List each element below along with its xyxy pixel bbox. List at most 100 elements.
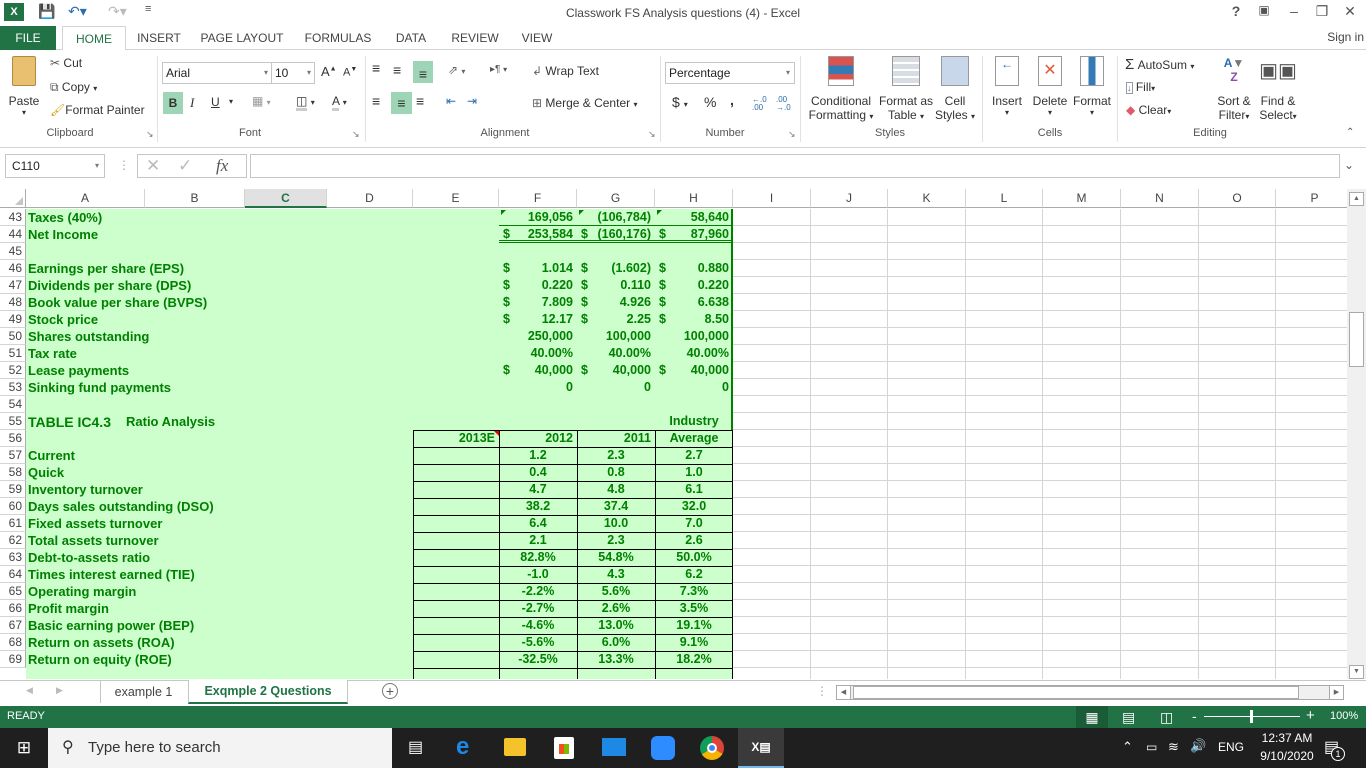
autosum-button[interactable]: Σ AutoSum ▾ bbox=[1125, 56, 1194, 73]
tab-insert[interactable]: INSERT bbox=[132, 26, 186, 50]
help-button[interactable]: ? bbox=[1222, 3, 1250, 19]
fill-button[interactable]: ↓ Fill▾ bbox=[1126, 80, 1155, 94]
sheet-tab-example-1[interactable]: example 1 bbox=[100, 681, 186, 703]
vertical-scrollbar[interactable]: ▲ ▼ bbox=[1347, 189, 1366, 679]
zoom-slider[interactable] bbox=[1204, 710, 1300, 723]
scroll-thumb[interactable] bbox=[1349, 312, 1364, 367]
column-header-n[interactable]: N bbox=[1121, 189, 1199, 208]
taskbar-search[interactable]: ⚲ Type here to search bbox=[48, 728, 392, 768]
formula-input[interactable] bbox=[250, 154, 1340, 178]
column-header-p[interactable]: P bbox=[1276, 189, 1347, 208]
mail-icon[interactable] bbox=[602, 738, 626, 756]
formula-bar-splitter[interactable]: ⋮ bbox=[118, 158, 130, 172]
page-layout-view-button[interactable]: ▤ bbox=[1122, 706, 1135, 728]
copy-button[interactable]: ⧉ Copy ▾ bbox=[50, 80, 97, 95]
tab-review[interactable]: REVIEW bbox=[446, 26, 504, 50]
expand-formula-bar-icon[interactable]: ⌄ bbox=[1344, 158, 1354, 172]
row-header[interactable]: 49 bbox=[0, 311, 26, 328]
format-painter-button[interactable]: 🖌Format Painter bbox=[50, 103, 145, 117]
row-header[interactable]: 55 bbox=[0, 413, 26, 430]
cell-styles-button[interactable]: Cell Styles ▾ bbox=[934, 56, 976, 122]
clock-date[interactable]: 9/10/2020 bbox=[1254, 749, 1320, 763]
font-size-dropdown[interactable]: 10 ▾ bbox=[271, 62, 315, 84]
row-header[interactable]: 47 bbox=[0, 277, 26, 294]
zoom-in-button[interactable]: + bbox=[1306, 707, 1315, 724]
row-header[interactable]: 66 bbox=[0, 600, 26, 617]
show-hidden-icons[interactable]: ⌃ bbox=[1122, 739, 1133, 755]
column-header-g[interactable]: G bbox=[577, 189, 655, 208]
scroll-right-button[interactable]: ▶ bbox=[1329, 686, 1343, 699]
font-launcher-icon[interactable]: ↘ bbox=[352, 129, 360, 140]
orientation-button[interactable]: ⇗ ▾ bbox=[448, 63, 465, 77]
italic-button[interactable]: I bbox=[190, 95, 194, 111]
sort-filter-button[interactable]: A▼ Z Sort & Filter▾ bbox=[1212, 56, 1256, 122]
tab-data[interactable]: DATA bbox=[388, 26, 434, 50]
increase-font-size-button[interactable]: A▲ bbox=[321, 64, 337, 79]
row-header[interactable]: 44 bbox=[0, 226, 26, 243]
tab-formulas[interactable]: FORMULAS bbox=[298, 26, 378, 50]
tab-home[interactable]: HOME bbox=[62, 26, 126, 51]
row-header[interactable]: 67 bbox=[0, 617, 26, 634]
bottom-align-button[interactable]: ≡ bbox=[413, 61, 433, 83]
bold-button[interactable]: B bbox=[163, 92, 183, 114]
scroll-up-button[interactable]: ▲ bbox=[1349, 192, 1364, 206]
number-format-dropdown[interactable]: Percentage ▾ bbox=[665, 62, 795, 84]
text-direction-button[interactable]: ▸¶ ▾ bbox=[490, 64, 507, 75]
format-as-table-button[interactable]: Format as Table ▾ bbox=[876, 56, 936, 122]
row-header[interactable]: 65 bbox=[0, 583, 26, 600]
column-header-f[interactable]: F bbox=[499, 189, 577, 208]
column-header-j[interactable]: J bbox=[811, 189, 888, 208]
align-left-button[interactable]: ≡ bbox=[372, 93, 380, 109]
row-header[interactable]: 69 bbox=[0, 651, 26, 668]
align-right-button[interactable]: ≡ bbox=[416, 93, 424, 109]
tab-file[interactable]: FILE bbox=[0, 26, 56, 50]
zoom-out-button[interactable]: - bbox=[1192, 708, 1197, 724]
new-sheet-button[interactable]: + bbox=[382, 683, 398, 699]
zoom-level[interactable]: 100% bbox=[1330, 710, 1358, 722]
enter-icon[interactable]: ✓ bbox=[178, 156, 192, 176]
row-header[interactable]: 50 bbox=[0, 328, 26, 345]
normal-view-button[interactable]: ▦ bbox=[1076, 706, 1108, 728]
paste-button[interactable]: Paste ▾ bbox=[6, 56, 42, 124]
increase-decimal-button[interactable]: ←.0.00 bbox=[752, 96, 767, 112]
column-header-h[interactable]: H bbox=[655, 189, 733, 208]
worksheet-grid[interactable]: ABCDEFGHIJKLMNOP 43 Taxes (40%) 169,056 (10… bbox=[0, 189, 1347, 679]
minimize-button[interactable]: – bbox=[1280, 3, 1308, 19]
decrease-indent-button[interactable]: ⇤ bbox=[446, 94, 456, 108]
column-header-e[interactable]: E bbox=[413, 189, 499, 208]
row-header[interactable]: 63 bbox=[0, 549, 26, 566]
task-view-icon[interactable]: ▤ bbox=[408, 737, 423, 757]
row-header[interactable]: 64 bbox=[0, 566, 26, 583]
chrome-icon[interactable] bbox=[700, 736, 724, 760]
next-sheet-icon[interactable]: ▶ bbox=[56, 685, 63, 696]
decrease-decimal-button[interactable]: .00 →.0 bbox=[776, 96, 791, 112]
column-header-o[interactable]: O bbox=[1199, 189, 1276, 208]
row-header[interactable]: 60 bbox=[0, 498, 26, 515]
column-header-k[interactable]: K bbox=[888, 189, 966, 208]
column-header-a[interactable]: A bbox=[26, 189, 145, 208]
tab-split-handle[interactable]: ⋮ bbox=[816, 684, 828, 698]
edge-icon[interactable]: e bbox=[456, 733, 469, 761]
sheet-tab-example-2-questions[interactable]: Exqmple 2 Questions bbox=[188, 680, 348, 704]
middle-align-button[interactable]: ≡ bbox=[393, 62, 401, 78]
fill-color-button[interactable]: ◫ ▾ bbox=[296, 94, 315, 111]
horizontal-scrollbar[interactable]: ◀ ▶ bbox=[836, 685, 1344, 700]
restore-button[interactable]: ❐ bbox=[1308, 3, 1336, 20]
accounting-format-button[interactable]: $ ▾ bbox=[672, 94, 688, 110]
language-indicator[interactable]: ENG bbox=[1218, 740, 1244, 754]
comma-style-button[interactable]: , bbox=[730, 92, 734, 108]
delete-cells-button[interactable]: ✕ Delete ▾ bbox=[1030, 56, 1070, 117]
sign-in-link[interactable]: Sign in bbox=[1327, 30, 1364, 44]
increase-indent-button[interactable]: ⇥ bbox=[467, 94, 477, 108]
row-header[interactable]: 46 bbox=[0, 260, 26, 277]
alignment-launcher-icon[interactable]: ↘ bbox=[648, 129, 656, 140]
row-header[interactable]: 56 bbox=[0, 430, 26, 447]
tab-view[interactable]: VIEW bbox=[514, 26, 560, 50]
insert-function-icon[interactable]: fx bbox=[216, 156, 228, 176]
font-color-button[interactable]: A ▾ bbox=[332, 94, 347, 111]
row-header[interactable]: 58 bbox=[0, 464, 26, 481]
scroll-down-button[interactable]: ▼ bbox=[1349, 665, 1364, 679]
format-cells-button[interactable]: Format ▾ bbox=[1072, 56, 1112, 117]
battery-icon[interactable]: ▭ bbox=[1146, 740, 1157, 754]
clear-button[interactable]: ◆ Clear▾ bbox=[1126, 103, 1171, 117]
